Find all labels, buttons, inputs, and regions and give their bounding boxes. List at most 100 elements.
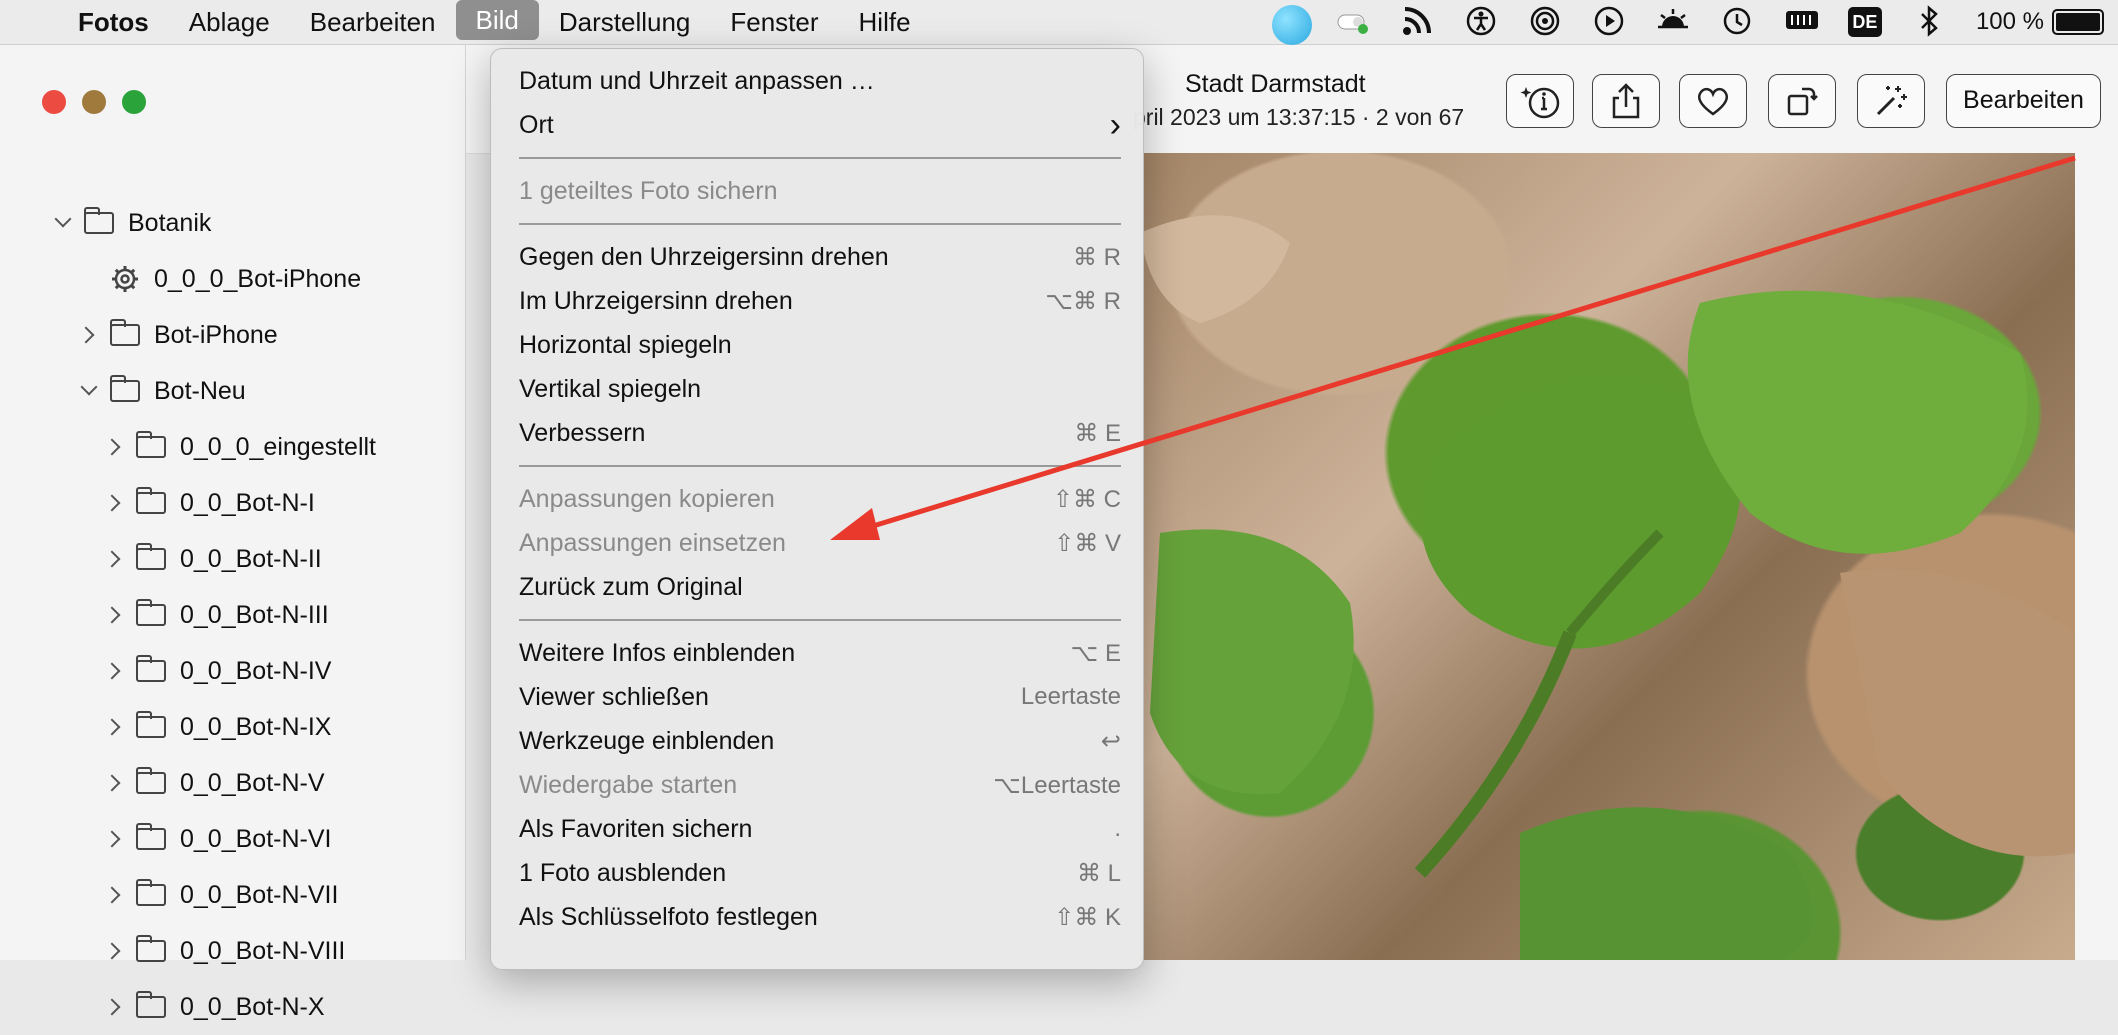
- menu-darstellung[interactable]: Darstellung: [539, 0, 711, 44]
- sidebar-item-label: 0_0_Bot-N-II: [180, 544, 322, 573]
- chevron-down-icon[interactable]: [52, 212, 74, 234]
- battery-status[interactable]: 100 %: [1976, 8, 2104, 36]
- menu-item[interactable]: Weitere Infos einblenden ⌥ E: [519, 633, 1121, 673]
- chevron-right-icon[interactable]: [104, 772, 126, 794]
- menu-item[interactable]: Verbessern ⌘ E: [519, 413, 1121, 453]
- window-controls: [42, 90, 146, 114]
- feed-icon[interactable]: [1400, 5, 1434, 39]
- folder-icon: [135, 767, 166, 794]
- chevron-right-icon[interactable]: [78, 324, 100, 346]
- folder-icon: [135, 935, 166, 962]
- photo-viewer[interactable]: [1140, 153, 2075, 960]
- battery-percent: 100 %: [1975, 8, 2044, 35]
- menu-item[interactable]: Ort ›: [519, 105, 1121, 145]
- menu-item-label: Werkzeuge einblenden: [519, 726, 775, 755]
- airdrop-icon[interactable]: [1528, 5, 1562, 39]
- menu-item-label: Horizontal spiegeln: [519, 330, 732, 359]
- close-window-button[interactable]: [42, 90, 66, 114]
- menu-item[interactable]: Vertikal spiegeln: [519, 369, 1121, 409]
- menu-bar: Fotos Ablage Bearbeiten Bild Darstellung Fen…: [0, 0, 2118, 45]
- minimize-window-button[interactable]: [82, 90, 106, 114]
- menu-item[interactable]: Viewer schließen Leertaste: [519, 677, 1121, 717]
- menu-item-label: Verbessern: [519, 418, 646, 447]
- sidebar-item[interactable]: 0_0_Bot-N-III: [104, 587, 329, 643]
- folder-icon: [135, 599, 166, 626]
- menu-item[interactable]: Datum und Uhrzeit anpassen …: [519, 61, 1121, 101]
- sidebar-item-label: 0_0_Bot-N-V: [180, 768, 325, 797]
- chevron-right-icon[interactable]: [104, 436, 126, 458]
- sidebar-item[interactable]: 0_0_Bot-N-X: [104, 979, 325, 1035]
- chevron-right-icon[interactable]: [104, 716, 126, 738]
- play-icon[interactable]: [1592, 5, 1626, 39]
- sidebar-item-label: 0_0_Bot-N-IX: [180, 712, 332, 741]
- menu-item-shortcut: ⌘ R: [1073, 243, 1121, 271]
- menu-item[interactable]: Im Uhrzeigersinn drehen ⌥⌘ R: [519, 281, 1121, 321]
- sidebar-item[interactable]: Bot-iPhone: [78, 307, 278, 363]
- sidebar-item[interactable]: 0_0_Bot-N-IV: [104, 643, 331, 699]
- menu-item-label: Vertikal spiegeln: [519, 374, 702, 403]
- chevron-right-icon[interactable]: [104, 660, 126, 682]
- battery-icon: [2052, 9, 2104, 35]
- menu-ablage[interactable]: Ablage: [169, 0, 290, 44]
- chevron-right-icon[interactable]: [104, 940, 126, 962]
- sidebar-item[interactable]: Bot-Neu: [78, 363, 246, 419]
- sidebar-item[interactable]: 0_0_Bot-N-VII: [104, 867, 338, 923]
- folder-icon: [135, 487, 166, 514]
- toggle-status-icon[interactable]: [1336, 5, 1370, 39]
- accessibility-icon[interactable]: [1464, 5, 1498, 39]
- menu-item-label: Als Schlüsselfoto festlegen: [519, 902, 818, 931]
- chevron-right-icon[interactable]: [104, 996, 126, 1018]
- edit-button[interactable]: Bearbeiten: [1946, 74, 2101, 128]
- sidebar-item[interactable]: 0_0_Bot-N-I: [104, 475, 315, 531]
- time-machine-icon[interactable]: [1720, 5, 1754, 39]
- menu-item[interactable]: Zurück zum Original: [519, 567, 1121, 607]
- chevron-right-icon[interactable]: [104, 548, 126, 570]
- favorite-button[interactable]: [1679, 74, 1747, 128]
- app-menu[interactable]: Fotos: [58, 0, 169, 44]
- share-button[interactable]: [1592, 74, 1660, 128]
- submenu-chevron-icon: ›: [1109, 105, 1121, 144]
- menu-fenster[interactable]: Fenster: [710, 0, 838, 44]
- menu-item-shortcut: ⌘ L: [1076, 859, 1121, 887]
- chevron-right-icon[interactable]: [104, 884, 126, 906]
- enhance-button[interactable]: [1857, 74, 1925, 128]
- chevron-right-icon[interactable]: [104, 604, 126, 626]
- chevron-right-icon[interactable]: [104, 492, 126, 514]
- folder-icon: [135, 655, 166, 682]
- menu-bearbeiten[interactable]: Bearbeiten: [290, 0, 456, 44]
- sidebar-item[interactable]: 0_0_Bot-N-V: [104, 755, 325, 811]
- bluetooth-icon[interactable]: [1912, 5, 1946, 39]
- menu-bild[interactable]: Bild: [455, 0, 539, 40]
- menu-item-label: Viewer schließen: [519, 682, 709, 711]
- memory-icon[interactable]: [1784, 5, 1818, 39]
- photo-date-position: pril 2023 um 13:37:15 · 2 von 67: [1133, 104, 1465, 130]
- siri-globe-icon[interactable]: [1271, 5, 1312, 45]
- brightness-icon[interactable]: [1656, 5, 1690, 39]
- chevron-right-icon[interactable]: [104, 828, 126, 850]
- sidebar-item[interactable]: 0_0_0_eingestellt: [104, 419, 376, 475]
- menu-item[interactable]: Werkzeuge einblenden ↩: [519, 721, 1121, 761]
- menu-item-shortcut: .: [1114, 815, 1121, 842]
- viewer-margin: [2075, 153, 2118, 960]
- menu-item[interactable]: Horizontal spiegeln: [519, 325, 1121, 365]
- menu-item-shortcut: ⇧⌘ C: [1052, 485, 1121, 513]
- chevron-down-icon[interactable]: [78, 380, 100, 402]
- keyboard-layout-badge[interactable]: DE: [1847, 7, 1882, 37]
- menu-hilfe[interactable]: Hilfe: [839, 0, 931, 44]
- info-button[interactable]: [1506, 74, 1574, 128]
- menu-item[interactable]: Als Favoriten sichern.: [519, 809, 1121, 849]
- rotate-button[interactable]: [1768, 74, 1836, 128]
- sidebar-item[interactable]: 0_0_Bot-N-IX: [104, 699, 331, 755]
- menu-item[interactable]: Als Schlüsselfoto festlegen ⇧⌘ K: [519, 897, 1121, 937]
- apple-menu-icon[interactable]: [0, 0, 58, 44]
- sidebar-item[interactable]: 0_0_Bot-N-VI: [104, 811, 331, 867]
- sidebar-item-label: 0_0_Bot-N-VIII: [180, 936, 346, 965]
- sidebar-item[interactable]: 0_0_Bot-N-VIII: [104, 923, 345, 979]
- folder-icon: [135, 431, 166, 458]
- menu-item[interactable]: 1 Foto ausblenden ⌘ L: [519, 853, 1121, 893]
- sidebar-item[interactable]: 0_0_0_Bot-iPhone: [78, 251, 361, 307]
- sidebar-item[interactable]: 0_0_Bot-N-II: [104, 531, 322, 587]
- zoom-window-button[interactable]: [122, 90, 146, 114]
- sidebar-item[interactable]: Botanik: [52, 195, 211, 251]
- menu-item[interactable]: Gegen den Uhrzeigersinn drehen ⌘ R: [519, 237, 1121, 277]
